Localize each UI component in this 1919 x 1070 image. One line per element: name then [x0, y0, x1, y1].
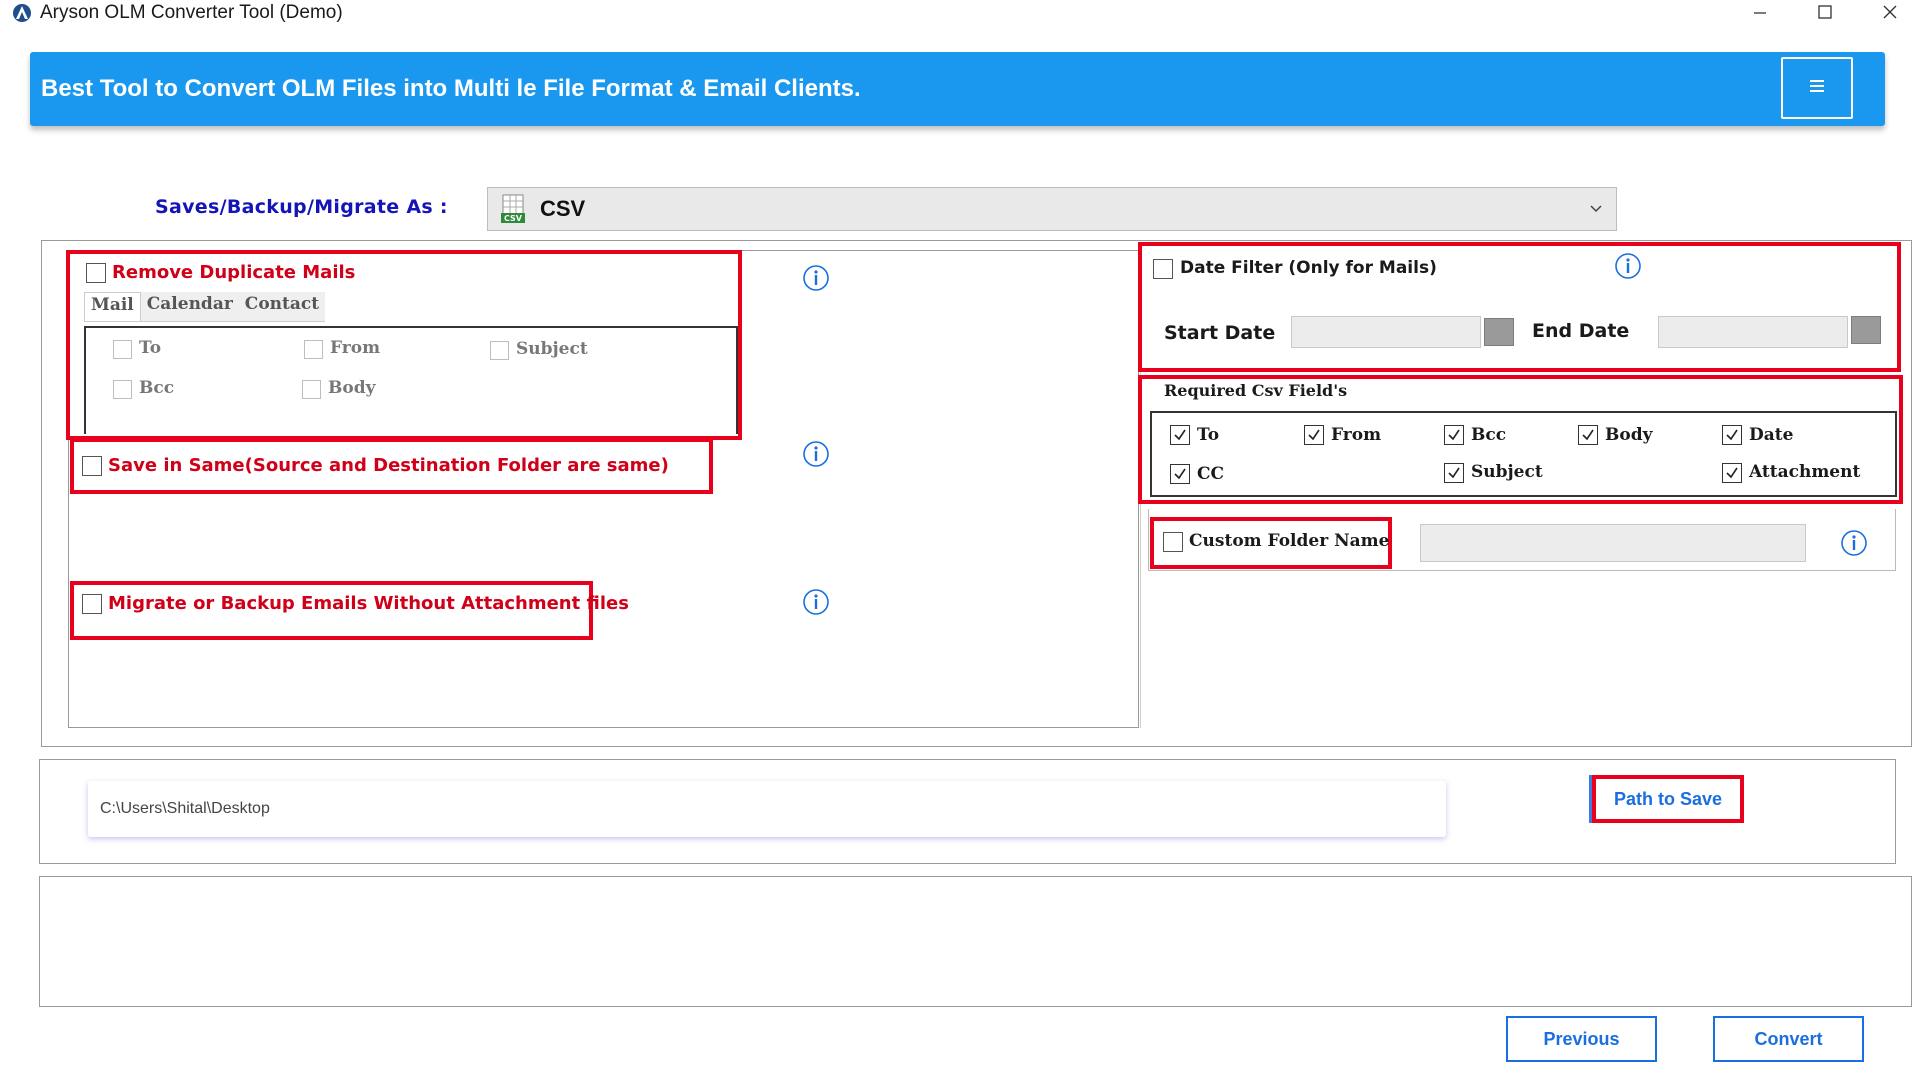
start-date-label: Start Date	[1164, 322, 1276, 344]
save-in-same-checkbox[interactable]	[82, 456, 102, 476]
custom-folder-input[interactable]	[1420, 524, 1806, 562]
app-logo-icon	[12, 3, 32, 23]
csv-to-label: To	[1197, 425, 1220, 445]
csv-date-label: Date	[1749, 425, 1794, 445]
info-icon[interactable]	[1840, 529, 1868, 557]
tab-calendar[interactable]: Calendar	[141, 292, 239, 321]
csv-attachment-label: Attachment	[1749, 462, 1861, 482]
csv-from-checkbox[interactable]	[1304, 425, 1324, 445]
csv-to-checkbox[interactable]	[1170, 425, 1190, 445]
title-bar: Aryson OLM Converter Tool (Demo)	[0, 0, 1919, 28]
without-attachment-checkbox[interactable]	[82, 594, 102, 614]
end-date-input[interactable]	[1658, 316, 1848, 348]
csv-subject-checkbox[interactable]	[1444, 463, 1464, 483]
dup-to-label: To	[139, 338, 162, 358]
previous-button[interactable]: Previous	[1506, 1016, 1657, 1062]
dup-body-checkbox[interactable]	[302, 380, 321, 399]
banner-title: Best Tool to Convert OLM Files into Mult…	[41, 75, 861, 102]
duplicate-tab-strip: Mail Calendar Contact	[84, 292, 326, 322]
csv-body-checkbox[interactable]	[1578, 425, 1598, 445]
format-dropdown[interactable]: CSV CSV	[487, 187, 1617, 231]
log-panel	[39, 876, 1912, 1007]
custom-folder-checkbox[interactable]	[1163, 532, 1183, 552]
dup-bcc-label: Bcc	[139, 378, 175, 398]
hamburger-menu-icon	[1809, 78, 1825, 98]
csv-cc-label: CC	[1197, 464, 1225, 484]
close-icon	[1882, 4, 1898, 24]
convert-button[interactable]: Convert	[1713, 1016, 1864, 1062]
dup-bcc-checkbox[interactable]	[113, 380, 132, 399]
format-label: Saves/Backup/Migrate As :	[155, 196, 448, 218]
svg-text:CSV: CSV	[504, 214, 523, 223]
close-button[interactable]	[1860, 0, 1919, 28]
dup-from-label: From	[330, 338, 381, 358]
minimize-icon	[1752, 4, 1768, 24]
csv-from-label: From	[1331, 425, 1382, 445]
custom-folder-label: Custom Folder Name	[1189, 531, 1390, 551]
remove-duplicates-checkbox[interactable]	[86, 263, 106, 283]
csv-attachment-checkbox[interactable]	[1722, 463, 1742, 483]
start-date-picker-button[interactable]	[1484, 318, 1514, 346]
csv-bcc-label: Bcc	[1471, 425, 1507, 445]
date-filter-label: Date Filter (Only for Mails)	[1180, 258, 1437, 278]
info-icon[interactable]	[802, 588, 830, 616]
tab-contact[interactable]: Contact	[239, 292, 325, 321]
duplicate-fields-box	[84, 326, 738, 434]
header-banner: Best Tool to Convert OLM Files into Mult…	[30, 52, 1885, 126]
path-to-save-button[interactable]: Path to Save	[1592, 775, 1744, 823]
maximize-icon	[1817, 4, 1833, 24]
info-icon[interactable]	[802, 440, 830, 468]
end-date-label: End Date	[1532, 320, 1630, 342]
info-icon[interactable]	[802, 264, 830, 292]
maximize-button[interactable]	[1795, 0, 1855, 28]
dup-subject-checkbox[interactable]	[490, 341, 509, 360]
date-filter-checkbox[interactable]	[1153, 259, 1173, 279]
dup-from-checkbox[interactable]	[304, 340, 323, 359]
end-date-picker-button[interactable]	[1851, 316, 1881, 344]
dup-to-checkbox[interactable]	[113, 340, 132, 359]
save-in-same-label: Save in Same(Source and Destination Fold…	[108, 455, 669, 476]
destination-path-field[interactable]: C:\Users\Shital\Desktop	[88, 781, 1446, 837]
minimize-button[interactable]	[1730, 0, 1790, 28]
remove-duplicates-label: Remove Duplicate Mails	[112, 262, 356, 283]
menu-button[interactable]	[1781, 57, 1853, 119]
csv-cc-checkbox[interactable]	[1170, 464, 1190, 484]
window-title: Aryson OLM Converter Tool (Demo)	[40, 2, 343, 23]
format-selected-value: CSV	[540, 196, 586, 221]
csv-subject-label: Subject	[1471, 462, 1543, 482]
csv-bcc-checkbox[interactable]	[1444, 425, 1464, 445]
csv-date-checkbox[interactable]	[1722, 425, 1742, 445]
csv-fields-box	[1150, 411, 1897, 497]
dup-subject-label: Subject	[516, 339, 588, 359]
csv-body-label: Body	[1605, 425, 1653, 445]
csv-fields-title: Required Csv Field's	[1164, 381, 1348, 400]
dup-body-label: Body	[328, 378, 376, 398]
csv-file-icon: CSV	[500, 194, 528, 224]
start-date-input[interactable]	[1291, 316, 1481, 348]
without-attachment-label: Migrate or Backup Emails Without Attachm…	[108, 593, 629, 614]
chevron-down-icon	[1588, 200, 1604, 220]
tab-mail[interactable]: Mail	[84, 292, 141, 321]
info-icon[interactable]	[1614, 252, 1642, 280]
